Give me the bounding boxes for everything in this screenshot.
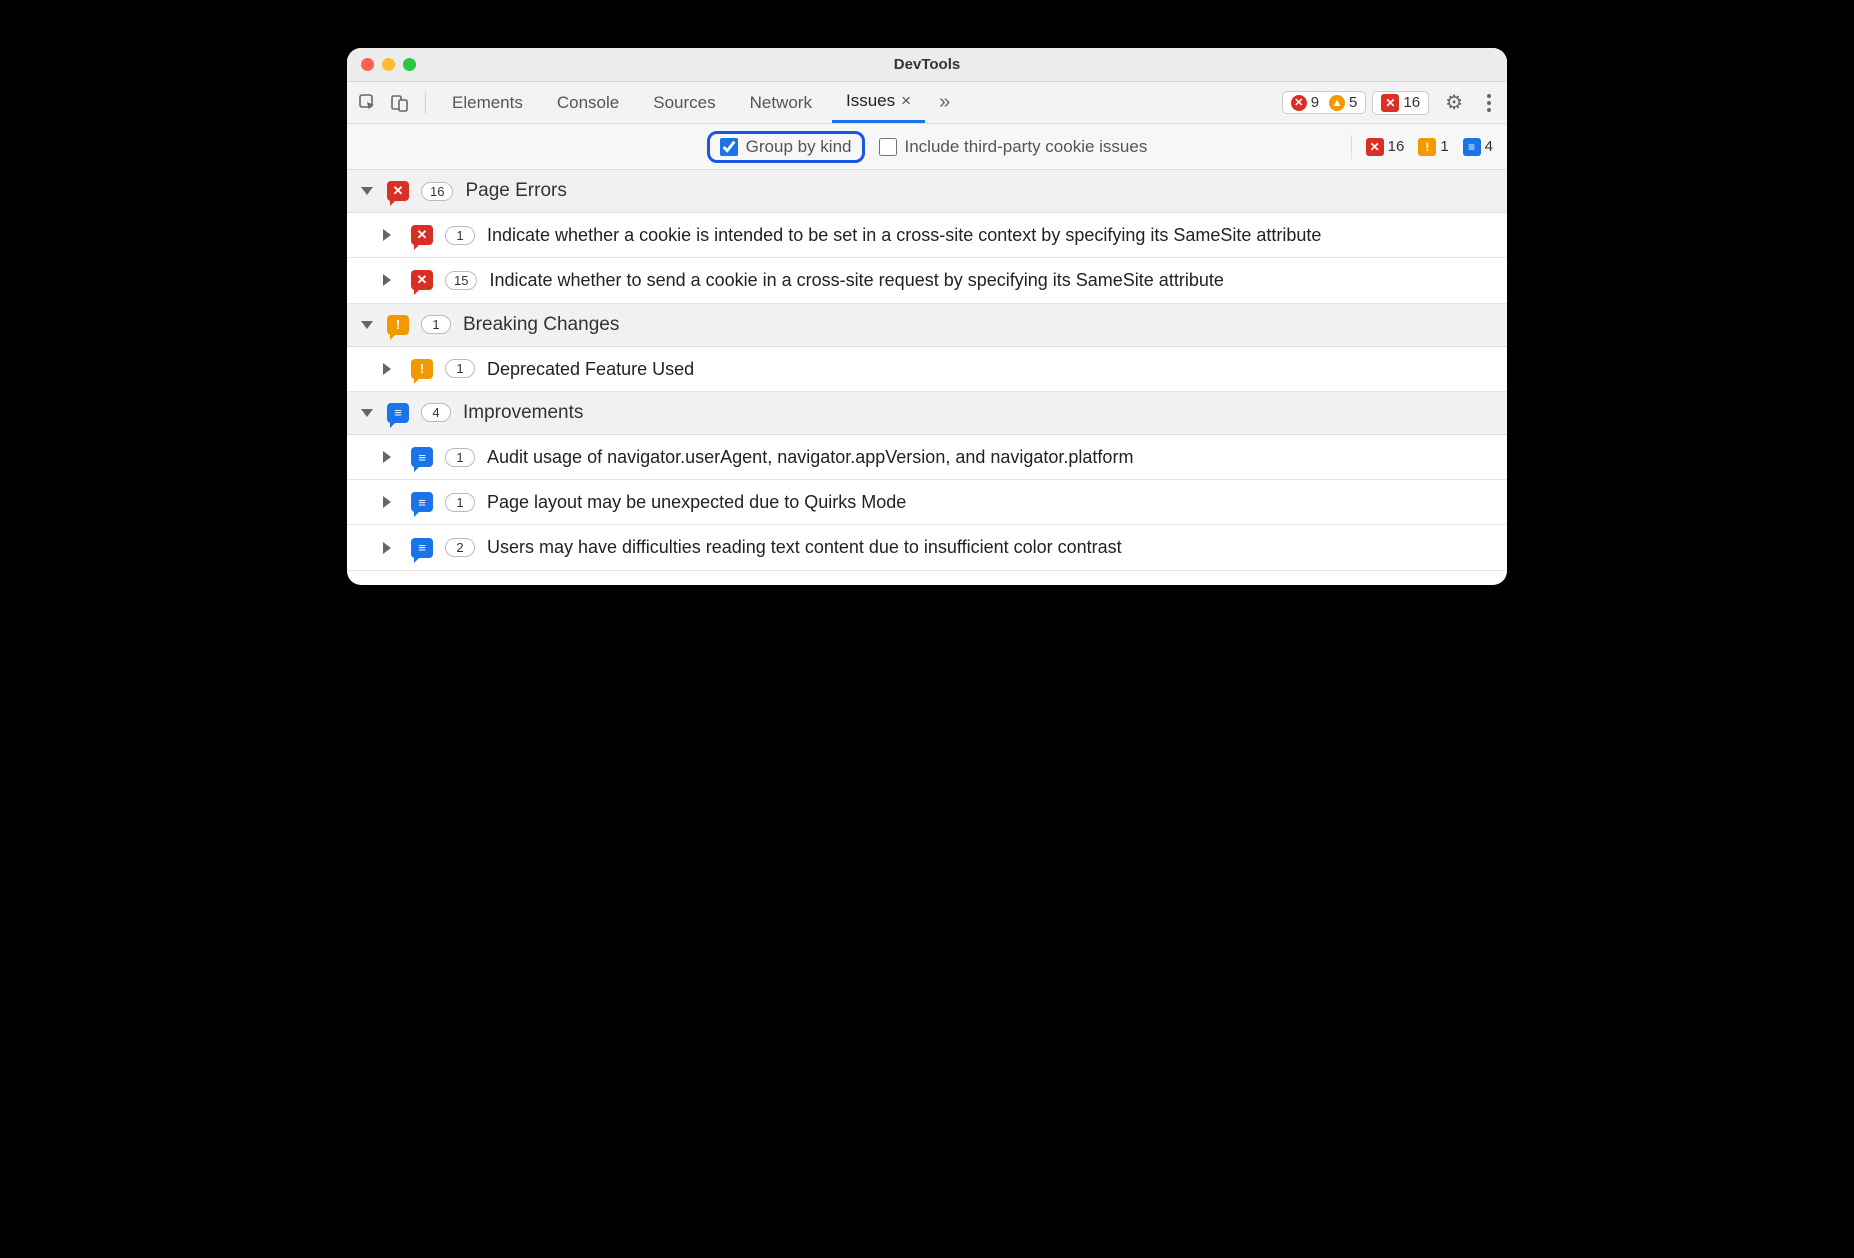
issue-text: Indicate whether a cookie is intended to… xyxy=(487,223,1493,247)
tab-console[interactable]: Console xyxy=(543,82,633,123)
devtools-window: DevTools Elements Console Sources Networ… xyxy=(347,48,1507,585)
tab-elements[interactable]: Elements xyxy=(438,82,537,123)
tab-label: Issues xyxy=(846,91,895,111)
error-icon: ✕ xyxy=(387,181,409,201)
filter-warnings[interactable]: !1 xyxy=(1418,138,1448,156)
kebab-menu-icon[interactable] xyxy=(1479,91,1499,115)
traffic-lights xyxy=(361,58,416,71)
warning-icon: ▲ xyxy=(1329,95,1345,111)
third-party-input[interactable] xyxy=(879,138,897,156)
chevron-down-icon xyxy=(361,321,373,329)
minimize-window-icon[interactable] xyxy=(382,58,395,71)
chevron-down-icon xyxy=(361,187,373,195)
issue-text: Indicate whether to send a cookie in a c… xyxy=(489,268,1493,292)
issue-count: 15 xyxy=(445,271,477,290)
group-breaking-changes[interactable]: ! 1 Breaking Changes xyxy=(347,304,1507,347)
tab-network[interactable]: Network xyxy=(736,82,826,123)
issue-count: 1 xyxy=(445,226,475,245)
group-count: 16 xyxy=(421,182,453,201)
third-party-checkbox[interactable]: Include third-party cookie issues xyxy=(879,137,1148,157)
filter-info[interactable]: ≡4 xyxy=(1463,138,1493,156)
group-by-kind-label: Group by kind xyxy=(746,137,852,157)
filter-errors[interactable]: ✕16 xyxy=(1366,138,1405,156)
separator xyxy=(1351,135,1352,159)
filter-bar: Group by kind Include third-party cookie… xyxy=(347,124,1507,170)
error-icon: ✕ xyxy=(1366,138,1384,156)
issue-count: 1 xyxy=(445,448,475,467)
tab-issues[interactable]: Issues × xyxy=(832,82,925,123)
issue-text: Audit usage of navigator.userAgent, navi… xyxy=(487,445,1493,469)
warning-count: 5 xyxy=(1349,94,1357,111)
issues-icon: ✕ xyxy=(1381,94,1399,112)
filter-counts: ✕16 !1 ≡4 xyxy=(1351,135,1493,159)
group-count: 4 xyxy=(421,403,451,422)
error-icon: ✕ xyxy=(1291,95,1307,111)
chevron-right-icon xyxy=(383,274,397,286)
error-icon: ✕ xyxy=(411,270,433,290)
info-icon: ≡ xyxy=(387,403,409,423)
issue-count: 1 xyxy=(445,359,475,378)
chevron-right-icon xyxy=(383,229,397,241)
tab-label: Network xyxy=(750,93,812,113)
error-count: 9 xyxy=(1311,94,1319,111)
issues-count: 16 xyxy=(1403,94,1420,111)
issue-row[interactable]: ≡ 1 Audit usage of navigator.userAgent, … xyxy=(347,435,1507,480)
issue-count: 2 xyxy=(445,538,475,557)
group-improvements[interactable]: ≡ 4 Improvements xyxy=(347,392,1507,435)
group-page-errors[interactable]: ✕ 16 Page Errors xyxy=(347,170,1507,213)
chevron-right-icon xyxy=(383,363,397,375)
issue-text: Page layout may be unexpected due to Qui… xyxy=(487,490,1493,514)
chevron-down-icon xyxy=(361,409,373,417)
info-icon: ≡ xyxy=(411,447,433,467)
third-party-label: Include third-party cookie issues xyxy=(905,137,1148,157)
chevron-right-icon xyxy=(383,496,397,508)
info-icon: ≡ xyxy=(411,492,433,512)
issue-row[interactable]: ✕ 15 Indicate whether to send a cookie i… xyxy=(347,258,1507,303)
issue-row[interactable]: ✕ 1 Indicate whether a cookie is intende… xyxy=(347,213,1507,258)
group-label: Breaking Changes xyxy=(463,314,619,336)
tab-label: Console xyxy=(557,93,619,113)
warning-icon: ! xyxy=(387,315,409,335)
maximize-window-icon[interactable] xyxy=(403,58,416,71)
group-count: 1 xyxy=(421,315,451,334)
close-window-icon[interactable] xyxy=(361,58,374,71)
window-title: DevTools xyxy=(347,56,1507,73)
close-tab-icon[interactable]: × xyxy=(901,91,911,111)
issues-badge[interactable]: ✕16 xyxy=(1372,91,1429,115)
issue-count: 1 xyxy=(445,493,475,512)
settings-icon[interactable]: ⚙ xyxy=(1435,90,1473,115)
titlebar: DevTools xyxy=(347,48,1507,82)
info-icon: ≡ xyxy=(411,538,433,558)
device-toggle-icon[interactable] xyxy=(387,90,413,116)
tab-sources[interactable]: Sources xyxy=(639,82,729,123)
group-label: Improvements xyxy=(463,402,583,424)
toolbar: Elements Console Sources Network Issues … xyxy=(347,82,1507,124)
group-by-kind-input[interactable] xyxy=(720,138,738,156)
console-badges[interactable]: ✕9 ▲5 xyxy=(1282,91,1367,114)
issue-row[interactable]: ≡ 1 Page layout may be unexpected due to… xyxy=(347,480,1507,525)
group-label: Page Errors xyxy=(465,180,566,202)
more-tabs-icon[interactable]: » xyxy=(931,91,958,114)
issue-text: Deprecated Feature Used xyxy=(487,357,1493,381)
tab-label: Elements xyxy=(452,93,523,113)
issue-row[interactable]: ! 1 Deprecated Feature Used xyxy=(347,347,1507,392)
separator xyxy=(425,92,426,114)
inspect-icon[interactable] xyxy=(355,90,381,116)
warning-icon: ! xyxy=(411,359,433,379)
tab-label: Sources xyxy=(653,93,715,113)
error-icon: ✕ xyxy=(411,225,433,245)
issue-row[interactable]: ≡ 2 Users may have difficulties reading … xyxy=(347,525,1507,570)
chevron-right-icon xyxy=(383,451,397,463)
warning-icon: ! xyxy=(1418,138,1436,156)
chevron-right-icon xyxy=(383,542,397,554)
group-by-kind-checkbox[interactable]: Group by kind xyxy=(707,131,865,163)
issue-text: Users may have difficulties reading text… xyxy=(487,535,1493,559)
info-icon: ≡ xyxy=(1463,138,1481,156)
